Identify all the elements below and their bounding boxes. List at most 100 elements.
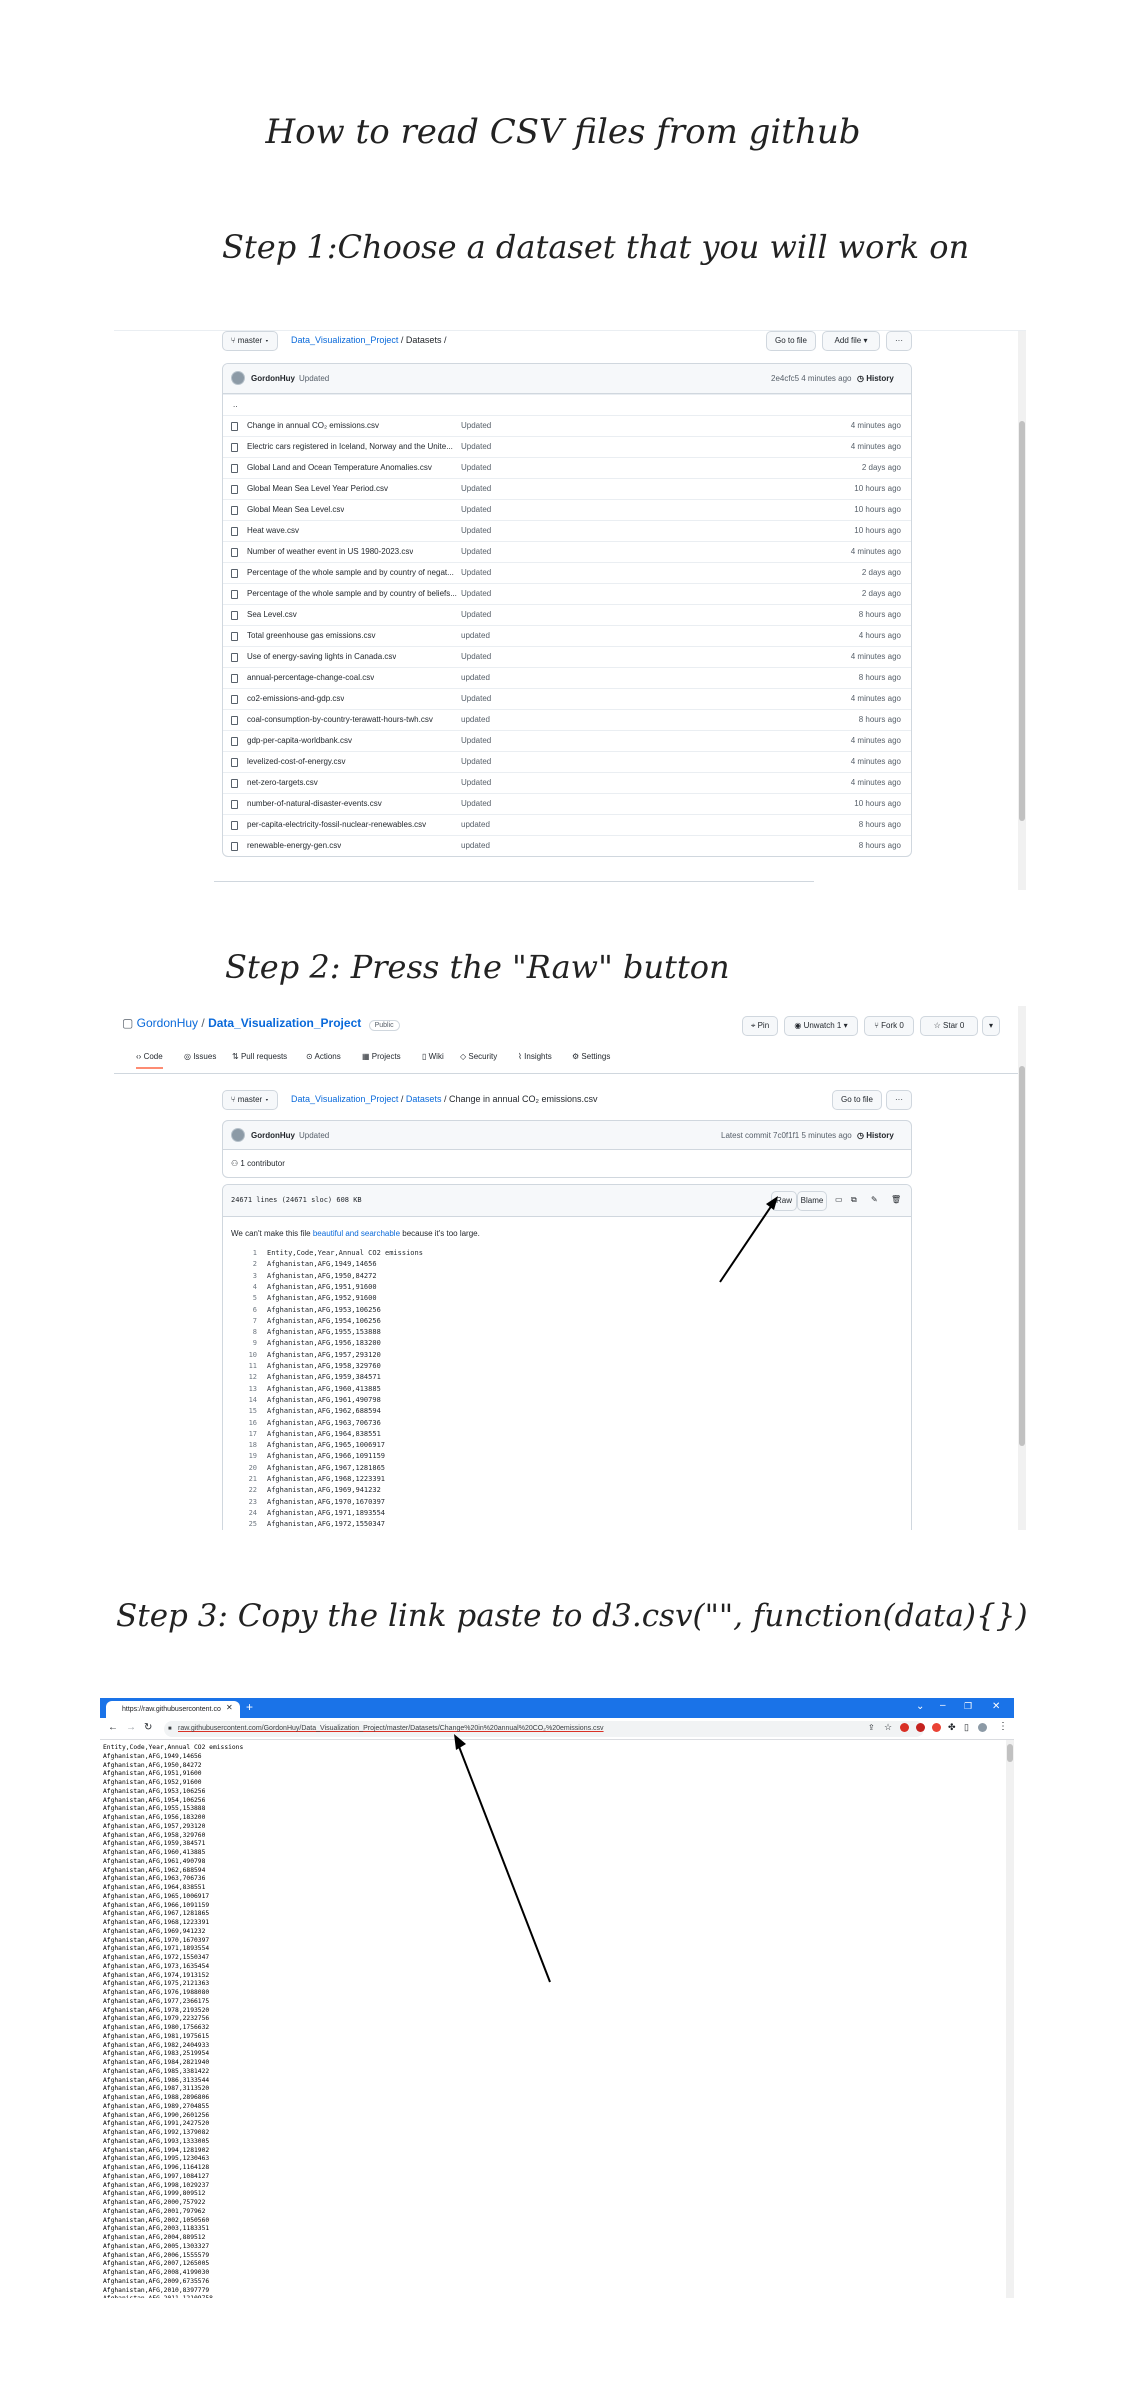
file-row[interactable]: Percentage of the whole sample and by co… xyxy=(223,583,911,604)
file-row[interactable]: Use of energy-saving lights in Canada.cs… xyxy=(223,646,911,667)
file-name-link[interactable]: Sea Level.csv xyxy=(247,605,297,625)
repo-name-link[interactable]: Data_Visualization_Project xyxy=(208,1016,361,1030)
file-row[interactable]: levelized-cost-of-energy.csv Updated 4 min… xyxy=(223,751,911,772)
bookmark-star-icon[interactable]: ☆ xyxy=(884,1722,892,1733)
tab-wiki[interactable]: ▯ Wiki xyxy=(422,1052,444,1061)
line-number[interactable]: 14 xyxy=(223,1396,257,1404)
line-number[interactable]: 4 xyxy=(223,1283,257,1291)
line-number[interactable]: 12 xyxy=(223,1373,257,1381)
file-name-link[interactable]: levelized-cost-of-energy.csv xyxy=(247,752,346,772)
file-name-link[interactable]: Percentage of the whole sample and by co… xyxy=(247,584,457,604)
line-number[interactable]: 24 xyxy=(223,1509,257,1517)
breadcrumb-repo-link[interactable]: Data_Visualization_Project xyxy=(291,1094,398,1104)
file-row[interactable]: coal-consumption-by-country-terawatt-hou… xyxy=(223,709,911,730)
file-name-link[interactable]: Global Land and Ocean Temperature Anomal… xyxy=(247,458,432,478)
file-commit-message[interactable]: Updated xyxy=(461,584,491,604)
file-commit-message[interactable]: Updated xyxy=(461,794,491,814)
scrollbar[interactable] xyxy=(1018,331,1026,890)
file-row[interactable]: renewable-energy-gen.csv updated 8 hours a… xyxy=(223,835,911,856)
line-number[interactable]: 3 xyxy=(223,1272,257,1280)
share-icon[interactable]: ⇪ xyxy=(868,1723,875,1732)
file-row[interactable]: Global Land and Ocean Temperature Anomal… xyxy=(223,457,911,478)
extension-icon[interactable] xyxy=(900,1723,909,1732)
file-row[interactable]: gdp-per-capita-worldbank.csv Updated 4 min… xyxy=(223,730,911,751)
notice-link[interactable]: beautiful and searchable xyxy=(313,1229,400,1238)
file-commit-message[interactable]: Updated xyxy=(461,752,491,772)
file-name-link[interactable]: co2-emissions-and-gdp.csv xyxy=(247,689,344,709)
desktop-icon[interactable]: ▭ xyxy=(835,1195,843,1204)
commit-message[interactable]: Updated xyxy=(299,1131,329,1140)
profile-avatar[interactable] xyxy=(978,1723,987,1732)
file-commit-message[interactable]: updated xyxy=(461,626,490,646)
add-file-button[interactable]: Add file ▾ xyxy=(822,331,880,351)
repo-owner-link[interactable]: GordonHuy xyxy=(137,1016,198,1030)
file-row[interactable]: Change in annual CO₂ emissions.csv Update… xyxy=(223,415,911,436)
restore-icon[interactable]: ❐ xyxy=(964,1701,972,1712)
file-row[interactable]: per-capita-electricity-fossil-nuclear-re… xyxy=(223,814,911,835)
file-row[interactable]: Global Mean Sea Level.csv Updated 10 hours… xyxy=(223,499,911,520)
file-row[interactable]: Heat wave.csv Updated 10 hours ago xyxy=(223,520,911,541)
commit-message[interactable]: Updated xyxy=(299,374,329,383)
file-name-link[interactable]: Number of weather event in US 1980-2023.… xyxy=(247,542,413,562)
reload-icon[interactable]: ↻ xyxy=(144,1722,152,1733)
line-number[interactable]: 25 xyxy=(223,1520,257,1528)
file-commit-message[interactable]: updated xyxy=(461,815,490,835)
file-commit-message[interactable]: Updated xyxy=(461,416,491,436)
tab-insights[interactable]: ⌇ Insights xyxy=(518,1052,552,1061)
file-commit-message[interactable]: Updated xyxy=(461,479,491,499)
tab-code[interactable]: ‹› Code xyxy=(136,1052,163,1069)
copy-icon[interactable]: ⧉ xyxy=(851,1195,857,1205)
file-row[interactable]: Number of weather event in US 1980-2023.… xyxy=(223,541,911,562)
chevron-down-icon[interactable]: ⌄ xyxy=(916,1701,924,1712)
file-name-link[interactable]: net-zero-targets.csv xyxy=(247,773,318,793)
tab-projects[interactable]: ▦ Projects xyxy=(362,1052,401,1061)
line-number[interactable]: 18 xyxy=(223,1441,257,1449)
line-number[interactable]: 10 xyxy=(223,1351,257,1359)
close-window-icon[interactable]: ✕ xyxy=(992,1701,1000,1712)
minimize-icon[interactable]: – xyxy=(940,1700,946,1711)
file-commit-message[interactable]: Updated xyxy=(461,605,491,625)
file-row[interactable]: Electric cars registered in Iceland, Nor… xyxy=(223,436,911,457)
branch-selector[interactable]: ⑂ master ▾ xyxy=(222,331,278,351)
file-commit-message[interactable]: Updated xyxy=(461,773,491,793)
parent-directory-row[interactable]: .. xyxy=(223,394,911,415)
file-commit-message[interactable]: updated xyxy=(461,710,490,730)
file-name-link[interactable]: Total greenhouse gas emissions.csv xyxy=(247,626,376,646)
file-commit-message[interactable]: Updated xyxy=(461,563,491,583)
file-name-link[interactable]: Use of energy-saving lights in Canada.cs… xyxy=(247,647,396,667)
file-name-link[interactable]: Percentage of the whole sample and by co… xyxy=(247,563,454,583)
tab-close-icon[interactable]: ✕ xyxy=(226,1703,233,1712)
file-commit-message[interactable]: Updated xyxy=(461,647,491,667)
line-number[interactable]: 17 xyxy=(223,1430,257,1438)
address-url[interactable]: raw.githubusercontent.com/GordonHuy/Data… xyxy=(178,1725,604,1732)
star-button[interactable]: ☆ Star 0 xyxy=(920,1016,978,1036)
line-number[interactable]: 8 xyxy=(223,1328,257,1336)
file-name-link[interactable]: number-of-natural-disaster-events.csv xyxy=(247,794,382,814)
file-name-link[interactable]: gdp-per-capita-worldbank.csv xyxy=(247,731,352,751)
tab-actions[interactable]: ⊙ Actions xyxy=(306,1052,341,1061)
extension-icon[interactable] xyxy=(932,1723,941,1732)
fork-button[interactable]: ⑂ Fork 0 xyxy=(864,1016,914,1036)
star-dropdown-button[interactable]: ▾ xyxy=(982,1016,1000,1036)
file-name-link[interactable]: renewable-energy-gen.csv xyxy=(247,836,341,856)
file-row[interactable]: Global Mean Sea Level Year Period.csv Upd… xyxy=(223,478,911,499)
line-number[interactable]: 22 xyxy=(223,1486,257,1494)
file-commit-message[interactable]: Updated xyxy=(461,731,491,751)
file-row[interactable]: annual-percentage-change-coal.csv updated… xyxy=(223,667,911,688)
file-name-link[interactable]: Change in annual CO₂ emissions.csv xyxy=(247,416,379,436)
scrollbar[interactable] xyxy=(1018,1006,1026,1530)
file-name-link[interactable]: Heat wave.csv xyxy=(247,521,299,541)
tab-settings[interactable]: ⚙ Settings xyxy=(572,1052,610,1061)
line-number[interactable]: 23 xyxy=(223,1498,257,1506)
file-name-link[interactable]: annual-percentage-change-coal.csv xyxy=(247,668,374,688)
contributors-link[interactable]: ⚇ 1 contributor xyxy=(231,1159,285,1168)
go-to-file-button[interactable]: Go to file xyxy=(766,331,816,351)
file-name-link[interactable]: Electric cars registered in Iceland, Nor… xyxy=(247,437,453,457)
file-row[interactable]: number-of-natural-disaster-events.csv Upd… xyxy=(223,793,911,814)
kebab-menu-icon[interactable]: ⋮ xyxy=(998,1721,1008,1732)
pin-button[interactable]: ⌖ Pin xyxy=(742,1016,778,1036)
forward-icon[interactable]: → xyxy=(126,1722,136,1733)
file-commit-message[interactable]: Updated xyxy=(461,689,491,709)
line-number[interactable]: 7 xyxy=(223,1317,257,1325)
history-link[interactable]: ◷ History xyxy=(857,1131,894,1140)
